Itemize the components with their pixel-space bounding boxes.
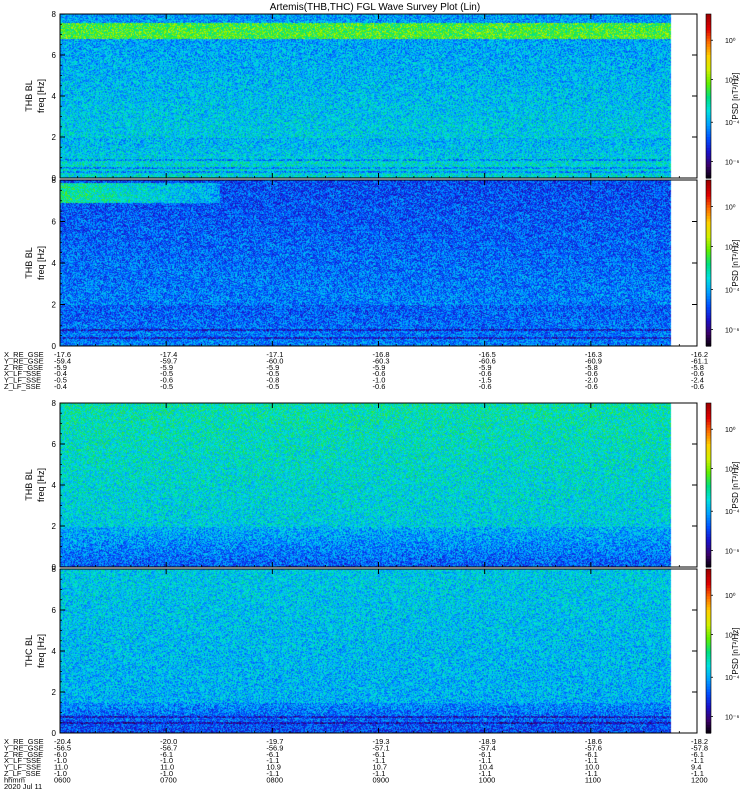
ephemeris-value: 1100 — [585, 775, 601, 784]
ephemeris-value: 0900 — [373, 775, 390, 784]
colorbar-tick-label: 10⁻⁶ — [725, 327, 739, 334]
ephemeris-table-top: X_RE_GSE -17.6 -17.4 -17.1 -16.8 -16.5 -16.3 -1… — [4, 350, 708, 391]
y-tick-label: 6 — [52, 606, 57, 615]
y-axis-label: THB BL — [24, 80, 34, 112]
spectrogram-panel-1: 02468THB BL freq [Hz]10⁰10⁻²10⁻⁴10⁻⁶PSD [… — [24, 10, 740, 183]
y-tick-label: 4 — [52, 481, 57, 490]
y-tick-label: 4 — [52, 647, 57, 656]
ephemeris-value: -0.6 — [585, 382, 598, 391]
y-tick-label: 8 — [52, 565, 57, 574]
ephemeris-value: -0.6 — [479, 382, 492, 391]
ephemeris-value: -0.4 — [54, 382, 67, 391]
colorbar: 10⁰10⁻²10⁻⁴10⁻⁶PSD [nT²/Hz] — [705, 179, 740, 347]
ephemeris-table-bottom: X_RE_GSE -20.4 -20.0 -19.7 -19.3 -18.9 -18.6 -1… — [4, 737, 708, 791]
ephemeris-value: 0700 — [160, 775, 177, 784]
ephemeris-value: -0.6 — [373, 382, 386, 391]
ephemeris-value: 0600 — [54, 775, 71, 784]
colorbar-tick-label: 10⁻⁴ — [725, 120, 740, 127]
y-tick-label: 6 — [52, 440, 57, 449]
y-tick-label: 4 — [52, 259, 57, 268]
spectrogram-panel-3: 02468THB BL freq [Hz]10⁰10⁻²10⁻⁴10⁻⁶PSD [… — [24, 399, 740, 572]
ephemeris-date: 2020 Jul 11 — [4, 782, 42, 791]
colorbar-tick-label: 10⁻⁶ — [725, 715, 739, 722]
colorbar-tick-label: 10⁰ — [725, 37, 736, 45]
ephemeris-row-label: Z_LF_SSE — [4, 382, 41, 391]
ephemeris-value: -0.6 — [691, 382, 704, 391]
colorbar: 10⁰10⁻²10⁻⁴10⁻⁶PSD [nT²/Hz] — [705, 13, 740, 179]
y-axis-unit: freq [Hz] — [36, 79, 46, 113]
colorbar-tick-label: 10⁻⁴ — [725, 288, 740, 295]
y-axis-label: THC BL — [24, 635, 34, 667]
y-tick-label: 6 — [52, 51, 57, 60]
spectrogram-panel-2: 02468THB BL freq [Hz]10⁰10⁻²10⁻⁴10⁻⁶PSD [… — [24, 176, 740, 351]
spectrogram-image — [60, 569, 697, 733]
ephemeris-value: -0.5 — [160, 382, 173, 391]
colorbar-tick-label: 10⁰ — [725, 204, 736, 212]
colorbar: 10⁰10⁻²10⁻⁴10⁻⁶PSD [nT²/Hz] — [705, 568, 740, 734]
ephemeris-value: 1200 — [691, 775, 708, 784]
colorbar-tick-label: 10⁰ — [725, 426, 736, 434]
ephemeris-value: 1000 — [479, 775, 496, 784]
spectrogram-image — [60, 180, 697, 346]
y-axis-label: THB BL — [24, 247, 34, 279]
ephemeris-value: -0.5 — [266, 382, 279, 391]
spectrogram-image — [60, 403, 697, 567]
colorbar-tick-label: 10⁻⁴ — [725, 675, 740, 682]
figure-canvas: Artemis(THB,THC) FGL Wave Survey Plot (L… — [4, 2, 740, 791]
colorbar-tick-label: 10⁻⁴ — [725, 509, 740, 516]
colorbar-tick-label: 10⁻⁶ — [725, 549, 739, 556]
spectrogram-panel-4: 02468THC BL freq [Hz]10⁰10⁻²10⁻⁴10⁻⁶PSD [… — [24, 565, 740, 738]
y-tick-label: 4 — [52, 92, 57, 101]
y-tick-label: 2 — [52, 522, 57, 531]
plot-title: Artemis(THB,THC) FGL Wave Survey Plot (L… — [270, 2, 480, 13]
colorbar: 10⁰10⁻²10⁻⁴10⁻⁶PSD [nT²/Hz] — [705, 402, 740, 568]
colorbar-tick-label: 10⁰ — [725, 592, 736, 600]
y-tick-label: 8 — [52, 399, 57, 408]
ephemeris-value: 0800 — [266, 775, 283, 784]
spectrogram-image — [60, 14, 697, 178]
y-axis-label: THB BL — [24, 469, 34, 501]
colorbar-label: PSD [nT²/Hz] — [731, 239, 740, 286]
colorbar-label: PSD [nT²/Hz] — [731, 461, 740, 508]
y-axis-unit: freq [Hz] — [36, 246, 46, 280]
colorbar-tick-label: 10⁻⁶ — [725, 160, 739, 167]
y-tick-label: 6 — [52, 218, 57, 227]
y-tick-label: 8 — [52, 176, 57, 185]
y-tick-label: 2 — [52, 688, 57, 697]
y-tick-label: 2 — [52, 133, 57, 142]
wave-survey-plot: Artemis(THB,THC) FGL Wave Survey Plot (L… — [0, 0, 750, 800]
colorbar-label: PSD [nT²/Hz] — [731, 627, 740, 674]
y-axis-unit: freq [Hz] — [36, 634, 46, 668]
y-tick-label: 8 — [52, 10, 57, 19]
colorbar-label: PSD [nT²/Hz] — [731, 72, 740, 119]
y-tick-label: 2 — [52, 301, 57, 310]
y-axis-unit: freq [Hz] — [36, 468, 46, 502]
